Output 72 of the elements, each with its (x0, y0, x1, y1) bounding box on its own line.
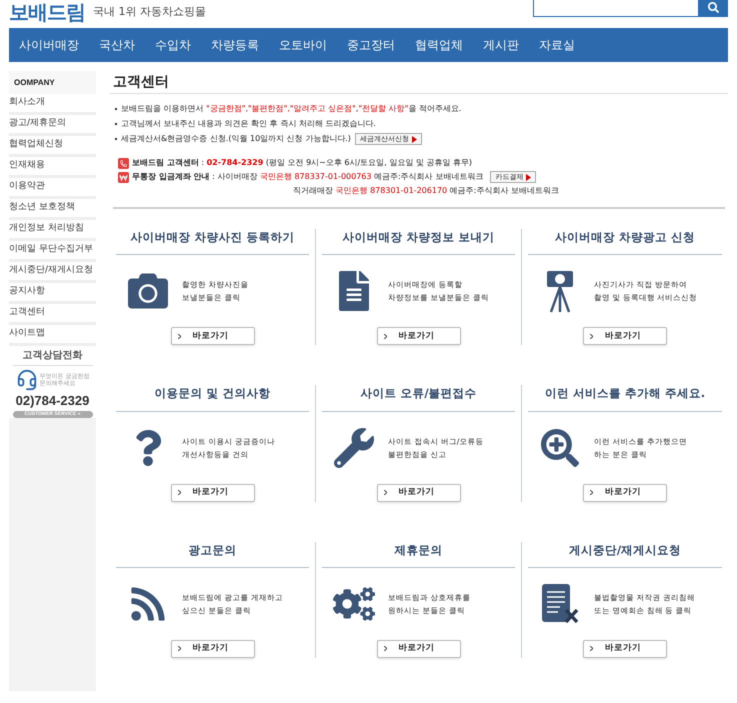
camera-icon (128, 271, 168, 312)
search-field[interactable] (533, 0, 699, 17)
contact-text: 무통장 입금계좌 안내 : 사이버매장 국민은행 878337-01-000763 예금주:주식회사 보배네트워크 (132, 171, 484, 183)
service-title: 사이버매장 차량정보 보내기 (322, 229, 515, 256)
sidebar-link[interactable]: 협력업체신청 (9, 136, 96, 157)
nav-link[interactable]: 오토바이 (279, 36, 327, 54)
won-icon (118, 172, 129, 182)
chevron-icon (178, 490, 180, 495)
service-title: 이런 서비스를 추가해 주세요. (528, 385, 722, 412)
service-title: 사이버매장 차량사진 등록하기 (116, 229, 309, 256)
search-button[interactable] (699, 0, 728, 17)
contact-text: 보배드림 고객센터 : 02-784-2329 (평일 오전 9시~오후 6시/토요일, 일요일 및 공휴일 휴무) (132, 157, 472, 169)
phone-number: 02)784-2329 (16, 392, 90, 410)
nav-link[interactable]: 협력업체 (415, 36, 463, 54)
contact-text: 직거래매장 국민은행 878301-01-206170 예금주:주식회사 보배네트워크 (293, 185, 559, 197)
wrench-icon (334, 428, 374, 468)
sidebar-link[interactable]: 이메일 무단수집거부 (9, 241, 96, 262)
chevron-icon (590, 334, 593, 339)
sidebar-link[interactable]: 인재채용 (9, 157, 96, 178)
caret-icon (412, 136, 417, 142)
nav-link[interactable]: 중고장터 (347, 36, 395, 54)
chevron-icon (590, 490, 593, 495)
sidebar-link[interactable]: 고객센터 (9, 304, 96, 325)
go-button[interactable]: 바로가기 (376, 640, 460, 658)
sidebar-link[interactable]: 이용약관 (9, 178, 96, 199)
page-title: 고객센터 (113, 72, 169, 92)
chevron-icon (384, 334, 386, 339)
sidebar-link[interactable]: 청소년 보호정책 (9, 199, 96, 220)
service-title: 사이트 오류/불편접수 (322, 385, 515, 412)
rss-icon (129, 584, 167, 623)
sidebar-heading: OOMPANY (9, 71, 96, 94)
service-title: 광고문의 (116, 542, 309, 568)
sidebar-link[interactable]: 게시중단/재게시요청 (9, 262, 96, 283)
zoom-in-icon (541, 428, 579, 466)
site-logo[interactable]: 보배드림 (9, 2, 85, 22)
site-tagline: 국내 1위 자동차쇼핑몰 (93, 4, 206, 20)
chevron-icon (178, 646, 180, 652)
go-button[interactable]: 바로가기 (583, 484, 667, 502)
chevron-icon (384, 490, 386, 495)
nav-link[interactable]: 게시판 (483, 36, 519, 54)
service-title: 사이버매장 차량광고 신청 (528, 229, 722, 256)
go-button[interactable]: 바로가기 (170, 327, 254, 346)
go-button[interactable]: 바로가기 (170, 640, 254, 658)
notice-text: 세금계산서&현금영수증 신청.(익월 10일까지 신청 가능합니다.) (121, 133, 351, 145)
sidebar-link[interactable]: 광고/제휴문의 (9, 115, 96, 136)
nav-link[interactable]: 자료실 (539, 36, 575, 54)
sidebar-link[interactable]: 개인정보 처리방침 (9, 220, 96, 241)
service-title: 제휴문의 (322, 542, 515, 568)
sidebar-link[interactable]: 회사소개 (9, 94, 96, 115)
nav-link[interactable]: 수입차 (155, 36, 191, 54)
phone-icon (118, 158, 129, 168)
chevron-icon (384, 646, 386, 652)
nav-link[interactable]: 국산차 (99, 36, 135, 54)
notice-text: 고객님께서 보내주신 내용과 의견은 확인 후 즉시 처리해 드리겠습니다. (121, 118, 376, 130)
notice-text: 보배드림을 이용하면서 "궁금한점","불편한점","알려주고 싶은점","전달할 사항"을 적어주세요. (121, 103, 462, 115)
search-icon (708, 2, 719, 13)
go-button[interactable]: 바로가기 (583, 640, 667, 658)
phone-title: 고객상담전화 (12, 348, 92, 366)
go-button[interactable]: 바로가기 (170, 484, 254, 502)
nav-link[interactable]: 사이버매장 (19, 36, 79, 54)
chevron-icon (178, 334, 180, 339)
go-button[interactable]: 바로가기 (376, 327, 460, 346)
headset-icon (16, 369, 38, 391)
chevron-icon (590, 646, 593, 652)
caret-icon (526, 174, 532, 180)
nav-link[interactable]: 차량등록 (211, 36, 259, 54)
go-button[interactable]: 바로가기 (583, 327, 667, 346)
go-button[interactable]: 바로가기 (376, 484, 460, 502)
service-title: 게시중단/재게시요청 (528, 542, 722, 568)
sidebar-link[interactable]: 공지사항 (9, 283, 96, 304)
service-title: 이용문의 및 건의사항 (116, 385, 309, 412)
document-x-icon (540, 582, 580, 626)
